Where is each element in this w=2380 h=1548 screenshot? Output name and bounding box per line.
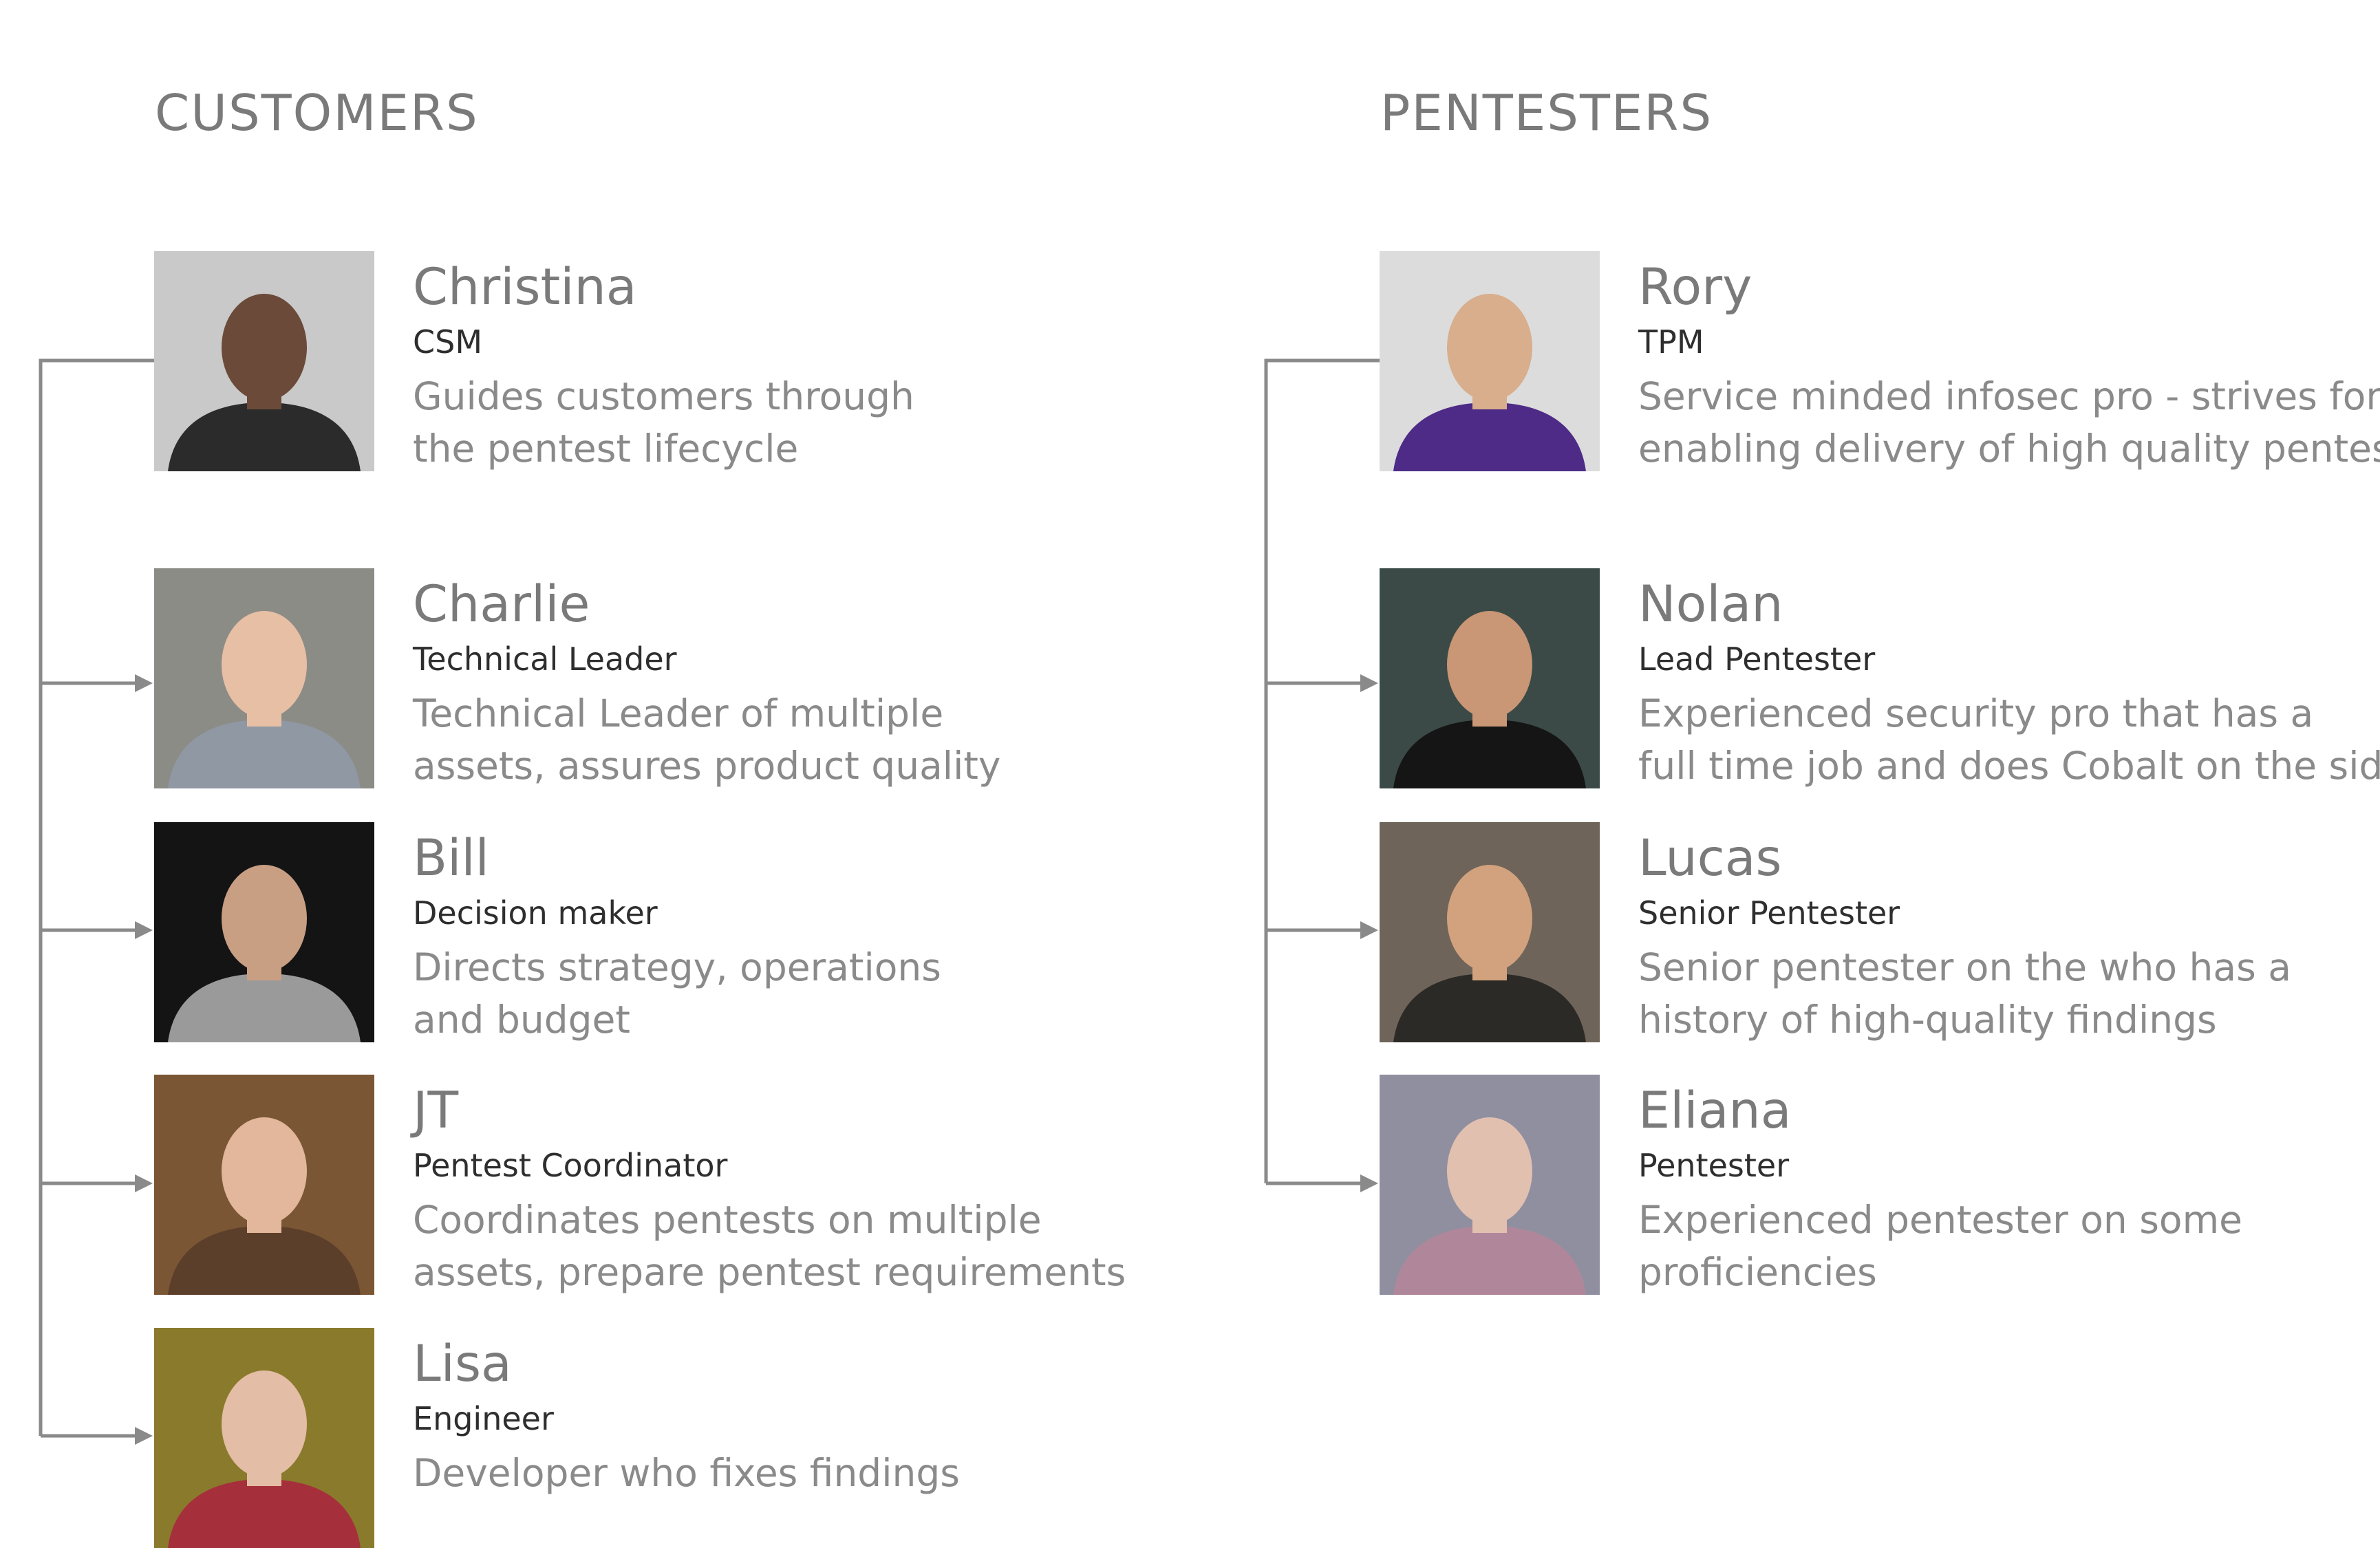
person-description-line: the pentest lifecycle [413,427,799,471]
bill-portrait-image [154,822,374,1042]
person-role: CSM [413,323,483,361]
person-role: Decision maker [413,894,658,932]
rory-portrait-image [1380,251,1600,471]
lisa-card: Lisa Engineer Developer who fixes findings [413,1339,960,1499]
person-description-line: Experienced pentester on some [1638,1198,2242,1242]
person-description: Directs strategy, operations and budget [413,941,941,1046]
person-description: Coordinates pentests on multiple assets, … [413,1194,1126,1298]
christina-portrait-image [154,251,374,471]
person-description-line: Guides customers through [413,374,914,418]
person-description: Technical Leader of multiple assets, assu… [413,687,1000,792]
customers-connector-arrow-jt [135,1174,153,1192]
customers-connector-arrow-charlie [135,674,153,692]
pentesters-connector-trunk [1264,358,1380,1183]
person-name: Lucas [1638,829,1782,888]
charlie-card: Charlie Technical Leader Technical Leader … [413,579,1000,792]
christina-card: Christina CSM Guides customers through the … [413,262,914,475]
person-description-line: Developer who fixes findings [413,1451,960,1495]
jt-portrait-image [154,1075,374,1295]
customers-connector-arrow-lisa [135,1427,153,1445]
person-role: Pentester [1638,1147,1790,1184]
jt-photo [154,1075,374,1295]
person-role: Pentest Coordinator [413,1147,728,1184]
person-description-line: enabling delivery of high quality pentes… [1638,427,2380,471]
lucas-photo [1380,822,1600,1042]
person-description-line: and budget [413,998,630,1042]
eliana-photo [1380,1075,1600,1295]
person-description: Developer who fixes findings [413,1447,960,1499]
person-description: Guides customers through the pentest life… [413,370,914,475]
person-name: Nolan [1638,575,1783,634]
person-description-line: assets, prepare pentest requirements [413,1250,1126,1294]
person-description-line: history of high-quality findings [1638,998,2217,1042]
lisa-photo [154,1328,374,1548]
lisa-portrait-image [154,1328,374,1548]
person-name: Bill [413,829,489,888]
person-description: Experienced pentester on some proficienci… [1638,1194,2242,1298]
charlie-photo [154,568,374,788]
person-description-line: Directs strategy, operations [413,945,941,989]
lucas-card: Lucas Senior Pentester Senior pentester on… [1638,833,2291,1046]
pentesters-connector-arrow-eliana [1360,1174,1378,1192]
person-name: Eliana [1638,1082,1792,1140]
person-description: Service minded infosec pro - strives for… [1638,370,2380,475]
person-description: Senior pentester on the who has a history… [1638,941,2291,1046]
person-role: Lead Pentester [1638,641,1876,678]
person-description-line: Senior pentester on the who has a [1638,945,2291,989]
person-description-line: assets, assures product quality [413,744,1001,788]
nolan-card: Nolan Lead Pentester Experienced security … [1638,579,2380,792]
person-name: Lisa [413,1335,512,1393]
bill-photo [154,822,374,1042]
person-role: Engineer [413,1400,554,1437]
charlie-portrait-image [154,568,374,788]
person-description-line: full time job and does Cobalt on the sid… [1638,744,2380,788]
person-description-line: proficiencies [1638,1250,1877,1294]
person-name: Christina [413,258,637,316]
person-role: Senior Pentester [1638,894,1900,932]
person-description-line: Experienced security pro that has a [1638,691,2314,735]
person-description-line: Service minded infosec pro - strives for [1638,374,2380,418]
rory-photo [1380,251,1600,471]
eliana-portrait-image [1380,1075,1600,1295]
person-role: Technical Leader [413,641,677,678]
person-name: Charlie [413,575,590,634]
person-name: Rory [1638,258,1752,316]
nolan-photo [1380,568,1600,788]
person-description-line: Coordinates pentests on multiple [413,1198,1042,1242]
person-description: Experienced security pro that has a full … [1638,687,2380,792]
pentesters-connector-tree [1264,358,1380,1192]
nolan-portrait-image [1380,568,1600,788]
christina-photo [154,251,374,471]
customers-connector-tree [39,358,154,1445]
customers-connector-arrow-bill [135,921,153,939]
person-name: JT [413,1082,459,1140]
pentesters-connector-arrow-nolan [1360,674,1378,692]
lucas-portrait-image [1380,822,1600,1042]
person-description-line: Technical Leader of multiple [413,691,944,735]
pentesters-connector-arrow-lucas [1360,921,1378,939]
eliana-card: Eliana Pentester Experienced pentester on … [1638,1086,2242,1298]
person-role: TPM [1638,323,1704,361]
customers-connector-trunk [39,358,154,1436]
rory-card: Rory TPM Service minded infosec pro - stri… [1638,262,2380,475]
bill-card: Bill Decision maker Directs strategy, oper… [413,833,941,1046]
jt-card: JT Pentest Coordinator Coordinates pentest… [413,1086,1126,1298]
